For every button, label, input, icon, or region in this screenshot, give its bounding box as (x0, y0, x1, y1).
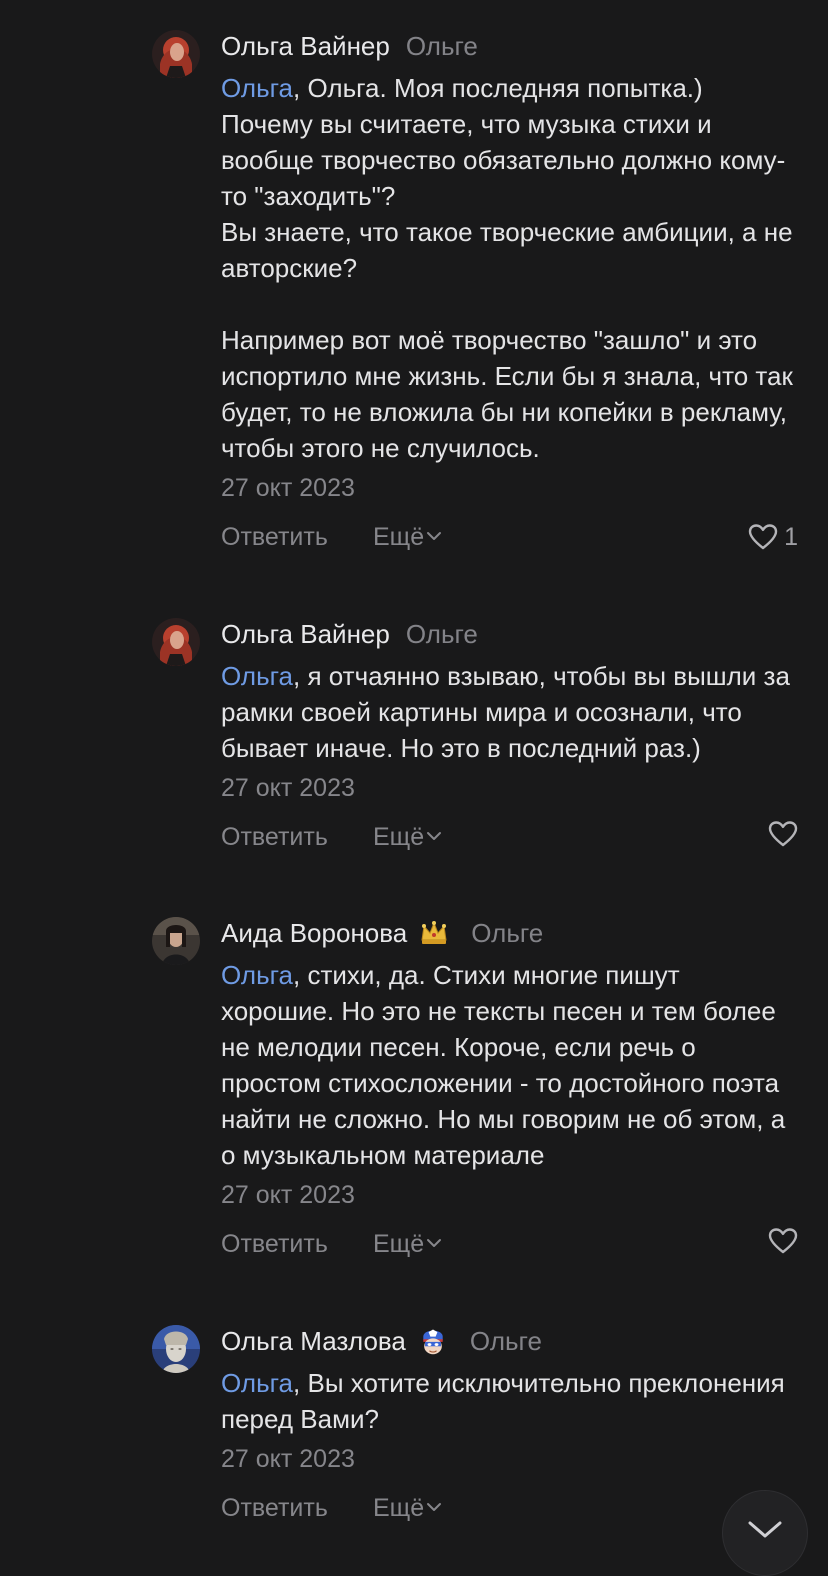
comment-actions: Ответить Ещё 1 (221, 520, 798, 554)
comment-date: 27 окт 2023 (221, 1181, 355, 1209)
reply-button[interactable]: Ответить (221, 1227, 328, 1261)
comment-body: , я отчаянно взываю, чтобы вы вышли за р… (221, 661, 798, 763)
comment-header: Аида Воронова Ольге (221, 917, 798, 949)
avatar[interactable] (152, 1325, 200, 1373)
comment-text: Ольга, Вы хотите исключительно преклонен… (221, 1365, 798, 1437)
chevron-down-icon (427, 1503, 442, 1512)
avatar[interactable] (152, 917, 200, 965)
comment-date: 27 окт 2023 (221, 474, 355, 502)
like-button[interactable]: 1 (748, 520, 798, 554)
heart-icon (748, 524, 778, 550)
comment-actions: Ответить Ещё (221, 820, 798, 854)
comment-header: Ольга Мазлова Ольге (221, 1325, 798, 1357)
more-button[interactable]: Ещё (373, 1491, 442, 1525)
reply-to-label[interactable]: Ольге (470, 1325, 542, 1357)
comment-actions: Ответить Ещё (221, 1227, 798, 1261)
author-name[interactable]: Ольга Вайнер (221, 30, 390, 62)
comment-text: Ольга, Ольга. Моя последняя попытка.) По… (221, 70, 798, 466)
more-button[interactable]: Ещё (373, 820, 442, 854)
author-name[interactable]: Ольга Мазлова (221, 1325, 406, 1357)
reply-button[interactable]: Ответить (221, 820, 328, 854)
reply-to-label[interactable]: Ольге (406, 618, 478, 650)
like-count: 1 (784, 523, 798, 551)
comment-text: Ольга, я отчаянно взываю, чтобы вы вышли… (221, 658, 798, 766)
comment-date: 27 окт 2023 (221, 1445, 355, 1473)
more-button[interactable]: Ещё (373, 1227, 442, 1261)
heart-icon (768, 821, 798, 847)
reply-to-label[interactable]: Ольге (471, 917, 543, 949)
more-label: Ещё (373, 523, 425, 551)
crown-icon (421, 921, 447, 944)
comment-body: , Ольга. Моя последняя попытка.) Почему … (221, 73, 793, 463)
like-button[interactable] (768, 1227, 798, 1255)
chevron-down-icon (427, 832, 442, 841)
more-label: Ещё (373, 1230, 425, 1258)
reply-to-label[interactable]: Ольге (406, 30, 478, 62)
author-name[interactable]: Ольга Вайнер (221, 618, 390, 650)
comment-date: 27 окт 2023 (221, 774, 355, 802)
author-name[interactable]: Аида Воронова (221, 917, 407, 949)
chevron-down-icon (427, 532, 442, 541)
mention-link[interactable]: Ольга (221, 73, 293, 103)
comment-text: Ольга, стихи, да. Стихи многие пишут хор… (221, 957, 798, 1173)
reply-button[interactable]: Ответить (221, 1491, 328, 1525)
avatar[interactable] (152, 30, 200, 78)
comment-header: Ольга Вайнер Ольге (221, 30, 798, 62)
scroll-down-button[interactable] (722, 1490, 808, 1576)
comment-body: , Вы хотите исключительно преклонения пе… (221, 1368, 792, 1434)
more-label: Ещё (373, 1494, 425, 1522)
comment-actions: Ответить Ещё (221, 1491, 798, 1525)
chevron-down-icon (427, 1239, 442, 1248)
chevron-down-icon (748, 1521, 782, 1538)
reply-button[interactable]: Ответить (221, 520, 328, 554)
captain-mask-icon (423, 1329, 443, 1355)
mention-link[interactable]: Ольга (221, 661, 293, 691)
like-button[interactable] (768, 820, 798, 848)
avatar[interactable] (152, 618, 200, 666)
more-button[interactable]: Ещё (373, 520, 442, 554)
mention-link[interactable]: Ольга (221, 960, 293, 990)
mention-link[interactable]: Ольга (221, 1368, 293, 1398)
comment-header: Ольга Вайнер Ольге (221, 618, 798, 650)
heart-icon (768, 1228, 798, 1254)
comment-body: , стихи, да. Стихи многие пишут хорошие.… (221, 960, 793, 1170)
more-label: Ещё (373, 823, 425, 851)
